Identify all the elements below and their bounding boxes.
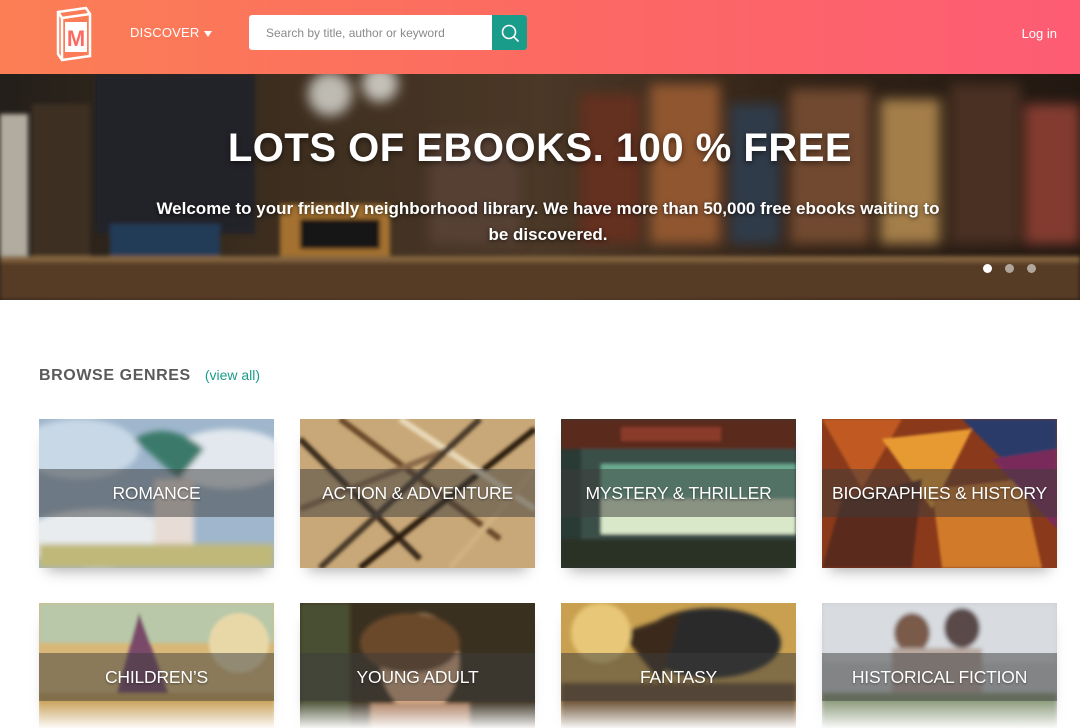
genre-label-band: HISTORICAL FICTION [822, 653, 1057, 701]
login-link[interactable]: Log in [1022, 26, 1057, 41]
hero-background-image [0, 74, 1080, 300]
genre-label-band: ACTION & ADVENTURE [300, 469, 535, 517]
carousel-dot-3[interactable] [1027, 264, 1036, 273]
genre-tile-biographies-history[interactable]: BIOGRAPHIES & HISTORY [822, 419, 1057, 568]
genre-label-band: CHILDREN’S [39, 653, 274, 701]
genre-label: MYSTERY & THRILLER [585, 482, 772, 503]
genre-label-band: ROMANCE [39, 469, 274, 517]
genre-label: ACTION & ADVENTURE [322, 482, 513, 503]
genre-label-band: MYSTERY & THRILLER [561, 469, 796, 517]
genre-label: CHILDREN’S [104, 666, 209, 687]
logo-icon[interactable]: M [50, 6, 96, 62]
genre-label: HISTORICAL FICTION [851, 666, 1028, 687]
genre-tile-action-adventure[interactable]: ACTION & ADVENTURE [300, 419, 535, 568]
search-input[interactable] [249, 15, 492, 50]
hero-banner: LOTS OF EBOOKS. 100 % FREE Welcome to yo… [0, 74, 1080, 300]
search-icon [501, 24, 519, 42]
genre-label: ROMANCE [112, 482, 201, 503]
carousel-dots [983, 264, 1036, 273]
genre-tile-romance[interactable]: ROMANCE [39, 419, 274, 568]
genre-label-band: FANTASY [561, 653, 796, 701]
svg-text:M: M [67, 26, 85, 51]
site-header: M DISCOVER Log in [0, 0, 1080, 74]
view-all-link[interactable]: (view all) [205, 367, 260, 383]
discover-menu[interactable]: DISCOVER [130, 25, 212, 40]
genre-label: FANTASY [639, 666, 718, 687]
genre-label-band: BIOGRAPHIES & HISTORY [822, 469, 1057, 517]
genre-label: YOUNG ADULT [356, 666, 479, 687]
bottom-fade [0, 700, 1080, 728]
search-button[interactable] [492, 15, 527, 50]
genre-label: BIOGRAPHIES & HISTORY [832, 482, 1047, 503]
genres-header: BROWSE GENRES (view all) [39, 367, 260, 385]
genre-label-band: YOUNG ADULT [300, 653, 535, 701]
genre-tile-mystery-thriller[interactable]: MYSTERY & THRILLER [561, 419, 796, 568]
hero-subtitle: Welcome to your friendly neighborhood li… [156, 199, 940, 244]
carousel-dot-2[interactable] [1005, 264, 1014, 273]
caret-down-icon [203, 30, 212, 37]
discover-label: DISCOVER [130, 25, 200, 40]
section-title: BROWSE GENRES [39, 367, 191, 384]
hero-title: LOTS OF EBOOKS. 100 % FREE [227, 126, 853, 170]
carousel-dot-1[interactable] [983, 264, 992, 273]
search-bar [249, 15, 527, 50]
